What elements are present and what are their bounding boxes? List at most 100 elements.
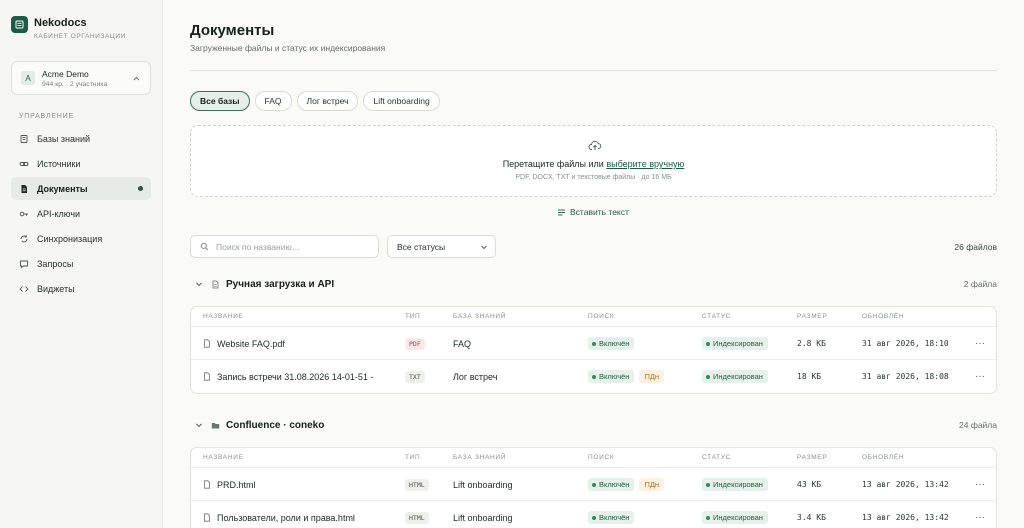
- sidebar-item-requests[interactable]: Запросы: [11, 252, 151, 275]
- group-title: Ручная загрузка и API: [226, 278, 335, 290]
- search-status-label: Включён: [599, 480, 630, 489]
- row-menu-button[interactable]: ···: [975, 468, 985, 501]
- search-status-label: Включён: [599, 372, 630, 381]
- column-header-status: СТАТУС: [702, 313, 732, 320]
- file-icon: [203, 480, 211, 489]
- code-icon: [19, 284, 29, 294]
- column-header-updated[interactable]: ОБНОВЛЁН: [862, 454, 904, 461]
- page-subtitle: Загруженные файлы и статус их индексиров…: [190, 43, 386, 53]
- index-status-pill: Индексирован: [702, 511, 768, 524]
- status-select-value: Все статусы: [397, 241, 446, 252]
- row-menu-button[interactable]: ···: [975, 360, 985, 393]
- folder-icon: [211, 421, 220, 430]
- file-size: 43 КБ: [797, 480, 822, 489]
- chip-lift-onboarding[interactable]: Lift onboarding: [363, 91, 440, 111]
- documents-table: НАЗВАНИЕ ТИП БАЗА ЗНАНИЙ ПОИСК СТАТУС РА…: [190, 306, 997, 394]
- chip-all-bases[interactable]: Все базы: [190, 91, 250, 111]
- chat-icon: [19, 259, 29, 269]
- index-status-pill: Индексирован: [702, 370, 768, 383]
- chevron-down-icon: [195, 280, 203, 288]
- sidebar-item-label: Синхронизация: [37, 233, 103, 244]
- search-box[interactable]: [190, 235, 379, 258]
- personal-data-badge: ПДн: [639, 370, 665, 383]
- file-name[interactable]: Запись встречи 31.08.2026 14-01-51 -: [217, 372, 373, 382]
- chevron-up-icon: [133, 76, 140, 81]
- column-header-type: ТИП: [405, 454, 421, 461]
- column-header-size[interactable]: РАЗМЕР: [797, 454, 827, 461]
- file-name[interactable]: Пользователи, роли и права.html: [217, 513, 355, 523]
- group-header-manual-upload[interactable]: Ручная загрузка и API 2 файла: [190, 277, 997, 291]
- group-count: 2 файла: [963, 279, 997, 289]
- sidebar-item-knowledge-bases[interactable]: Базы знаний: [11, 127, 151, 150]
- status-select[interactable]: Все статусы: [387, 235, 496, 258]
- sidebar-section-title: УПРАВЛЕНИЕ: [19, 113, 74, 120]
- status-dot: [706, 482, 710, 487]
- column-header-name[interactable]: НАЗВАНИЕ: [203, 454, 244, 461]
- search-status-label: Включён: [599, 339, 630, 348]
- column-header-size[interactable]: РАЗМЕР: [797, 313, 827, 320]
- knowledge-base-name: Lift onboarding: [453, 479, 513, 490]
- row-menu-button[interactable]: ···: [975, 327, 985, 360]
- org-avatar: A: [21, 71, 35, 85]
- index-status-label: Индексирован: [713, 480, 763, 489]
- link-icon: [19, 159, 29, 169]
- file-count: 26 файлов: [954, 242, 997, 252]
- status-dot: [592, 341, 596, 346]
- sync-icon: [19, 234, 29, 244]
- file-name[interactable]: Website FAQ.pdf: [217, 339, 285, 349]
- updated-date: 13 авг 2026, 13:42: [862, 513, 949, 522]
- org-name: Acme Demo: [42, 68, 89, 79]
- table-row[interactable]: Пользователи, роли и права.html HTML Lif…: [191, 501, 996, 528]
- header-divider: [190, 70, 997, 71]
- sidebar-item-sync[interactable]: Синхронизация: [11, 227, 151, 250]
- table-header: НАЗВАНИЕ ТИП БАЗА ЗНАНИЙ ПОИСК СТАТУС РА…: [191, 448, 996, 468]
- table-row[interactable]: Website FAQ.pdf PDF FAQ Включён Индексир…: [191, 327, 996, 360]
- paste-text-label: Вставить текст: [570, 207, 629, 217]
- search-status-label: Включён: [599, 513, 630, 522]
- column-header-kb: БАЗА ЗНАНИЙ: [453, 313, 507, 320]
- chip-faq[interactable]: FAQ: [254, 91, 292, 111]
- brand[interactable]: Nekodocs КАБИНЕТ ОРГАНИЗАЦИИ: [11, 16, 126, 40]
- row-menu-button[interactable]: ···: [975, 501, 985, 528]
- search-input[interactable]: [216, 241, 376, 252]
- file-icon: [203, 339, 211, 348]
- group-count: 24 файла: [959, 420, 997, 430]
- column-header-type: ТИП: [405, 313, 421, 320]
- file-icon: [203, 513, 211, 522]
- sidebar-item-api-keys[interactable]: API-ключи: [11, 202, 151, 225]
- cloud-upload-icon: [588, 140, 602, 150]
- documents-table: НАЗВАНИЕ ТИП БАЗА ЗНАНИЙ ПОИСК СТАТУС РА…: [190, 447, 997, 528]
- updated-date: 31 авг 2026, 18:08: [862, 372, 949, 381]
- status-dot: [592, 515, 596, 520]
- active-indicator-dot: [138, 186, 143, 191]
- upload-dropzone[interactable]: Перетащите файлы или выберите вручную PD…: [190, 125, 997, 197]
- column-header-updated[interactable]: ОБНОВЛЁН: [862, 313, 904, 320]
- sidebar-item-sources[interactable]: Источники: [11, 152, 151, 175]
- file-size: 2.8 КБ: [797, 339, 826, 348]
- updated-date: 31 авг 2026, 18:10: [862, 339, 949, 348]
- sidebar-item-widgets[interactable]: Виджеты: [11, 277, 151, 300]
- table-row[interactable]: Запись встречи 31.08.2026 14-01-51 - TXT…: [191, 360, 996, 393]
- index-status-label: Индексирован: [713, 372, 763, 381]
- status-dot: [706, 341, 710, 346]
- file-icon: [203, 372, 211, 381]
- paste-text-button[interactable]: Вставить текст: [557, 207, 629, 217]
- dropzone-hint: PDF, DOCX, TXT и текстовые файлы · до 16…: [515, 174, 672, 181]
- group-header-confluence[interactable]: Confluence · coneko 24 файла: [190, 418, 997, 432]
- table-row[interactable]: PRD.html HTML Lift onboarding Включён ПДн…: [191, 468, 996, 501]
- index-status-label: Индексирован: [713, 513, 763, 522]
- file-icon: [211, 280, 220, 289]
- sidebar-item-documents[interactable]: Документы: [11, 177, 151, 200]
- chip-meeting-log[interactable]: Лог встреч: [296, 91, 359, 111]
- status-dot: [592, 374, 596, 379]
- sidebar-item-label: Виджеты: [37, 283, 75, 294]
- org-switcher[interactable]: A Acme Demo 944 кр. · 2 участника: [11, 61, 151, 95]
- knowledge-base-name: Lift onboarding: [453, 512, 513, 523]
- sidebar-nav: Базы знаний Источники Документы API-ключ…: [11, 127, 151, 302]
- file-name[interactable]: PRD.html: [217, 480, 256, 490]
- brand-name: Nekodocs: [34, 17, 87, 29]
- search-status-pill: Включён: [588, 370, 635, 383]
- column-header-name[interactable]: НАЗВАНИЕ: [203, 313, 244, 320]
- search-icon: [200, 242, 209, 251]
- choose-files-link[interactable]: выберите вручную: [606, 159, 684, 169]
